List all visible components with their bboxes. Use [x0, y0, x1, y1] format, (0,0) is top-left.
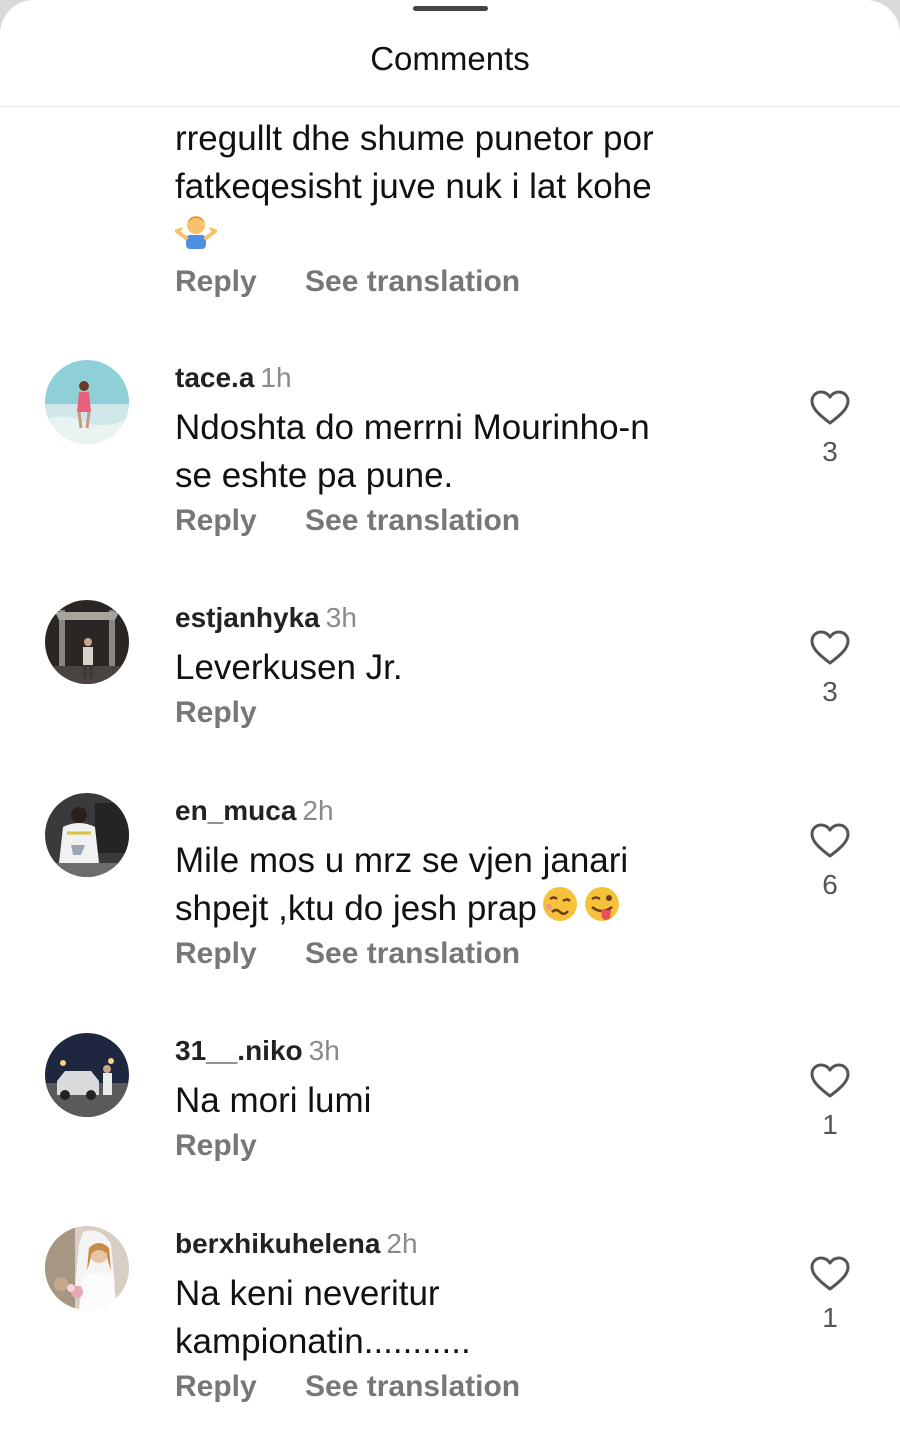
comment-line: fatkeqesisht juve nuk i lat kohe	[175, 167, 652, 206]
comments-sheet: Comments ‾ ‾ ‾ ‾ ‾ ‾ ‾ ‾ ‾ ‾ ‾ ‾ ‾ ‾ ‾ ‾…	[0, 0, 900, 1444]
comments-list[interactable]: ‾ ‾ ‾ ‾ ‾ ‾ ‾ ‾ ‾ ‾ ‾ ‾ ‾ ‾ ‾ ‾ ‾ ‾ ‾ ‾ …	[0, 107, 900, 1444]
comment-actions: Reply	[175, 1129, 257, 1163]
comment-meta: en_muca 2h	[175, 793, 334, 829]
timestamp: 3h	[308, 1035, 340, 1066]
see-translation-button[interactable]: See translation	[305, 265, 520, 299]
comment-meta: berxhikuhelena 2h	[175, 1226, 418, 1262]
comment-text: Na mori lumi	[175, 1077, 735, 1125]
comment-line: se eshte pa pune.	[175, 456, 454, 495]
comment-actions: Reply See translation	[175, 937, 520, 971]
timestamp: 2h	[386, 1228, 418, 1259]
comment-line: Mile mos u mrz se vjen janari	[175, 841, 629, 880]
like-control: 3	[808, 390, 852, 468]
timestamp: 1h	[260, 362, 292, 393]
heart-icon[interactable]	[810, 390, 850, 426]
comment-line: Na keni neveritur	[175, 1274, 440, 1313]
partial-comment-text: rregullt dhe shume punetor por fatkeqesi…	[174, 115, 735, 264]
page-title: Comments	[370, 40, 530, 77]
comment-actions: Reply See translation	[175, 504, 520, 538]
heart-icon[interactable]	[810, 1063, 850, 1099]
username[interactable]: berxhikuhelena	[175, 1228, 380, 1259]
see-translation-button[interactable]: See translation	[305, 937, 520, 971]
comment-meta: estjanhyka 3h	[175, 600, 357, 636]
partial-comment-actions: Reply See translation	[175, 265, 520, 299]
comment-text: Na keni neveritur kampionatin...........	[175, 1270, 735, 1366]
reply-button[interactable]: Reply	[175, 504, 257, 538]
username[interactable]: estjanhyka	[175, 602, 320, 633]
comment-actions: Reply	[175, 696, 257, 730]
comment-actions: Reply See translation	[175, 1370, 520, 1404]
drag-handle[interactable]	[413, 6, 488, 11]
comment-text: Ndoshta do merrni Mourinho-n se eshte pa…	[175, 404, 735, 500]
comment-line: kampionatin...........	[175, 1322, 471, 1361]
reply-button[interactable]: Reply	[175, 265, 257, 299]
comment-line: Na mori lumi	[175, 1081, 372, 1120]
person-shrugging-emoji	[174, 211, 735, 264]
see-translation-button[interactable]: See translation	[305, 504, 520, 538]
woozy-face-emoji	[541, 885, 579, 936]
like-count: 3	[822, 436, 838, 467]
avatar[interactable]	[45, 360, 129, 444]
winking-tongue-face-emoji	[583, 885, 621, 936]
reply-button[interactable]: Reply	[175, 696, 257, 730]
heart-icon[interactable]	[810, 1256, 850, 1292]
like-control: 3	[808, 630, 852, 708]
like-count: 1	[822, 1302, 838, 1333]
reply-button[interactable]: Reply	[175, 1129, 257, 1163]
comment-line: Ndoshta do merrni Mourinho-n	[175, 408, 650, 447]
heart-icon[interactable]	[810, 630, 850, 666]
comment-text: Mile mos u mrz se vjen janari shpejt ,kt…	[175, 837, 735, 936]
comment-text: Leverkusen Jr.	[175, 644, 735, 692]
avatar[interactable]	[45, 793, 129, 877]
like-control: 6	[808, 823, 852, 901]
avatar[interactable]	[45, 1033, 129, 1117]
comment-line: rregullt dhe shume punetor por	[175, 119, 654, 158]
avatar[interactable]	[45, 600, 129, 684]
avatar[interactable]	[45, 1226, 129, 1310]
comment-line: shpejt ,ktu do jesh prap	[175, 889, 537, 928]
like-control: 1	[808, 1063, 852, 1141]
see-translation-button[interactable]: See translation	[305, 1370, 520, 1404]
heart-icon[interactable]	[810, 823, 850, 859]
like-count: 6	[822, 869, 838, 900]
timestamp: 2h	[302, 795, 334, 826]
like-control: 1	[808, 1256, 852, 1334]
username[interactable]: tace.a	[175, 362, 254, 393]
username[interactable]: 31__.niko	[175, 1035, 303, 1066]
comment-line-with-emoji: shpejt ,ktu do jesh prap	[175, 885, 735, 936]
like-count: 3	[822, 676, 838, 707]
like-count: 1	[822, 1109, 838, 1140]
reply-button[interactable]: Reply	[175, 1370, 257, 1404]
timestamp: 3h	[325, 602, 357, 633]
reply-button[interactable]: Reply	[175, 937, 257, 971]
comment-meta: tace.a 1h	[175, 360, 292, 396]
username[interactable]: en_muca	[175, 795, 296, 826]
comment-meta: 31__.niko 3h	[175, 1033, 340, 1069]
comment-line: Leverkusen Jr.	[175, 648, 403, 687]
